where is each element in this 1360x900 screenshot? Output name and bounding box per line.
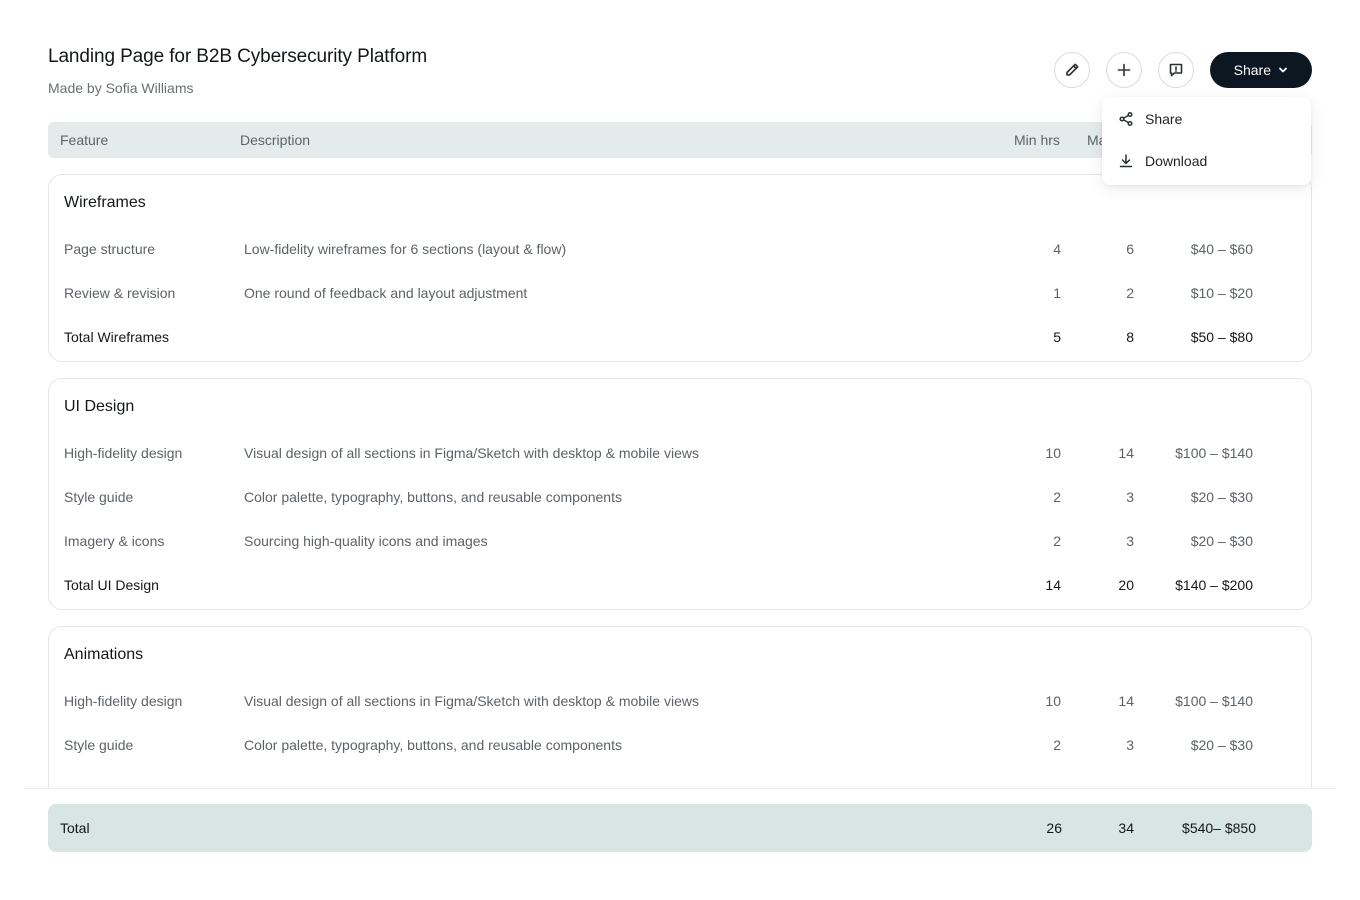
row-price: $100 – $140 xyxy=(1175,445,1253,461)
row-max-hrs: 6 xyxy=(1126,241,1134,257)
row-min-hrs: 2 xyxy=(1053,737,1061,753)
row-min-hrs: 4 xyxy=(1053,241,1061,257)
menu-item-download[interactable]: Download xyxy=(1118,153,1207,169)
row-price: $10 – $20 xyxy=(1190,285,1253,301)
row-feature: Style guide xyxy=(64,737,134,753)
menu-item-share[interactable]: Share xyxy=(1118,111,1182,127)
comment-button[interactable] xyxy=(1157,52,1194,88)
row-max-hrs: 14 xyxy=(1118,445,1134,461)
row-description: One round of feedback and layout adjustm… xyxy=(244,285,528,301)
table-row: Imagery & icons Sourcing high-quality ic… xyxy=(49,533,1312,553)
share-icon xyxy=(1119,111,1133,127)
row-min-hrs: 10 xyxy=(1045,445,1061,461)
row-max-hrs: 14 xyxy=(1118,693,1134,709)
row-description: Color palette, typography, buttons, and … xyxy=(244,737,622,753)
section-total-row: Total UI Design 14 20 $140 – $200 xyxy=(49,577,1312,597)
section-title: Wireframes xyxy=(64,194,146,211)
column-header-min-hrs[interactable]: Min hrs xyxy=(1014,132,1060,148)
row-feature: High-fidelity design xyxy=(64,693,183,709)
chevron-down-icon xyxy=(1279,67,1287,73)
row-feature: Review & revision xyxy=(64,285,176,301)
section-total-row: Total Wireframes 5 8 $50 – $80 xyxy=(49,329,1312,349)
page-header: Landing Page for B2B Cybersecurity Platf… xyxy=(48,46,427,96)
section-card-ui-design: UI Design High-fidelity design Visual de… xyxy=(48,378,1312,610)
share-button-label: Share xyxy=(1233,62,1271,78)
column-header-description[interactable]: Description xyxy=(240,132,310,148)
row-description: Sourcing high-quality icons and images xyxy=(244,533,488,549)
pencil-icon xyxy=(1065,63,1079,76)
section-card-wireframes: Wireframes Page structure Low-fidelity w… xyxy=(48,174,1312,362)
row-description: Visual design of all sections in Figma/S… xyxy=(244,693,699,709)
table-body[interactable]: Wireframes Page structure Low-fidelity w… xyxy=(48,174,1312,788)
menu-item-label: Download xyxy=(1145,153,1208,169)
row-feature: Imagery & icons xyxy=(64,533,165,549)
table-row: Review & revision One round of feedback … xyxy=(49,285,1312,305)
row-description: Low-fidelity wireframes for 6 sections (… xyxy=(244,241,567,257)
menu-item-label: Share xyxy=(1145,111,1183,127)
download-icon xyxy=(1119,154,1133,168)
footer-divider xyxy=(24,788,1336,789)
edit-button[interactable] xyxy=(1053,52,1090,88)
column-header-feature[interactable]: Feature xyxy=(60,132,108,148)
total-label: Total Wireframes xyxy=(64,329,170,345)
table-row: Page structure Low-fidelity wireframes f… xyxy=(49,241,1312,261)
grand-total-label: Total xyxy=(60,820,90,836)
row-min-hrs: 1 xyxy=(1053,285,1061,301)
row-feature: Style guide xyxy=(64,489,134,505)
total-price: $50 – $80 xyxy=(1190,329,1253,345)
share-button[interactable]: Share xyxy=(1209,52,1312,88)
row-max-hrs: 3 xyxy=(1126,533,1134,549)
page-title: Landing Page for B2B Cybersecurity Platf… xyxy=(48,46,428,67)
table-row: High-fidelity design Visual design of al… xyxy=(49,445,1312,465)
section-title: Animations xyxy=(64,646,144,663)
table-row: High-fidelity design Visual design of al… xyxy=(49,693,1312,713)
row-price: $20 – $30 xyxy=(1190,737,1253,753)
total-label: Total UI Design xyxy=(64,577,159,593)
grand-total-max-hrs: 34 xyxy=(1118,820,1134,836)
row-feature: High-fidelity design xyxy=(64,445,183,461)
row-max-hrs: 3 xyxy=(1126,489,1134,505)
toolbar: Share xyxy=(1053,52,1312,88)
grand-total-price: $540– $850 xyxy=(1182,820,1256,836)
page-subtitle: Made by Sofia Williams xyxy=(48,80,194,96)
total-price: $140 – $200 xyxy=(1175,577,1253,593)
row-min-hrs: 2 xyxy=(1053,489,1061,505)
row-description: Visual design of all sections in Figma/S… xyxy=(244,445,699,461)
row-price: $20 – $30 xyxy=(1190,533,1253,549)
row-max-hrs: 3 xyxy=(1126,737,1134,753)
share-dropdown-menu: Share Download xyxy=(1102,97,1311,185)
row-feature: Page structure xyxy=(64,241,156,257)
row-price: $40 – $60 xyxy=(1190,241,1253,257)
section-card-animations: Animations High-fidelity design Visual d… xyxy=(48,626,1312,788)
total-min-hrs: 14 xyxy=(1045,577,1061,593)
grand-total-bar: Total 26 34 $540– $850 xyxy=(48,804,1312,852)
table-row: Style guide Color palette, typography, b… xyxy=(49,489,1312,509)
ai-generate-button[interactable] xyxy=(1105,52,1142,88)
total-max-hrs: 8 xyxy=(1126,329,1134,345)
comment-icon xyxy=(1169,63,1182,77)
section-title: UI Design xyxy=(64,398,135,415)
row-min-hrs: 2 xyxy=(1053,533,1061,549)
total-min-hrs: 5 xyxy=(1053,329,1061,345)
row-description: Color palette, typography, buttons, and … xyxy=(244,489,622,505)
total-max-hrs: 20 xyxy=(1118,577,1134,593)
grand-total-min-hrs: 26 xyxy=(1046,820,1062,836)
table-row: Style guide Color palette, typography, b… xyxy=(49,737,1312,757)
row-min-hrs: 10 xyxy=(1045,693,1061,709)
row-price: $100 – $140 xyxy=(1175,693,1253,709)
sparkle-icon xyxy=(1117,63,1130,77)
row-max-hrs: 2 xyxy=(1126,285,1134,301)
row-price: $20 – $30 xyxy=(1190,489,1253,505)
